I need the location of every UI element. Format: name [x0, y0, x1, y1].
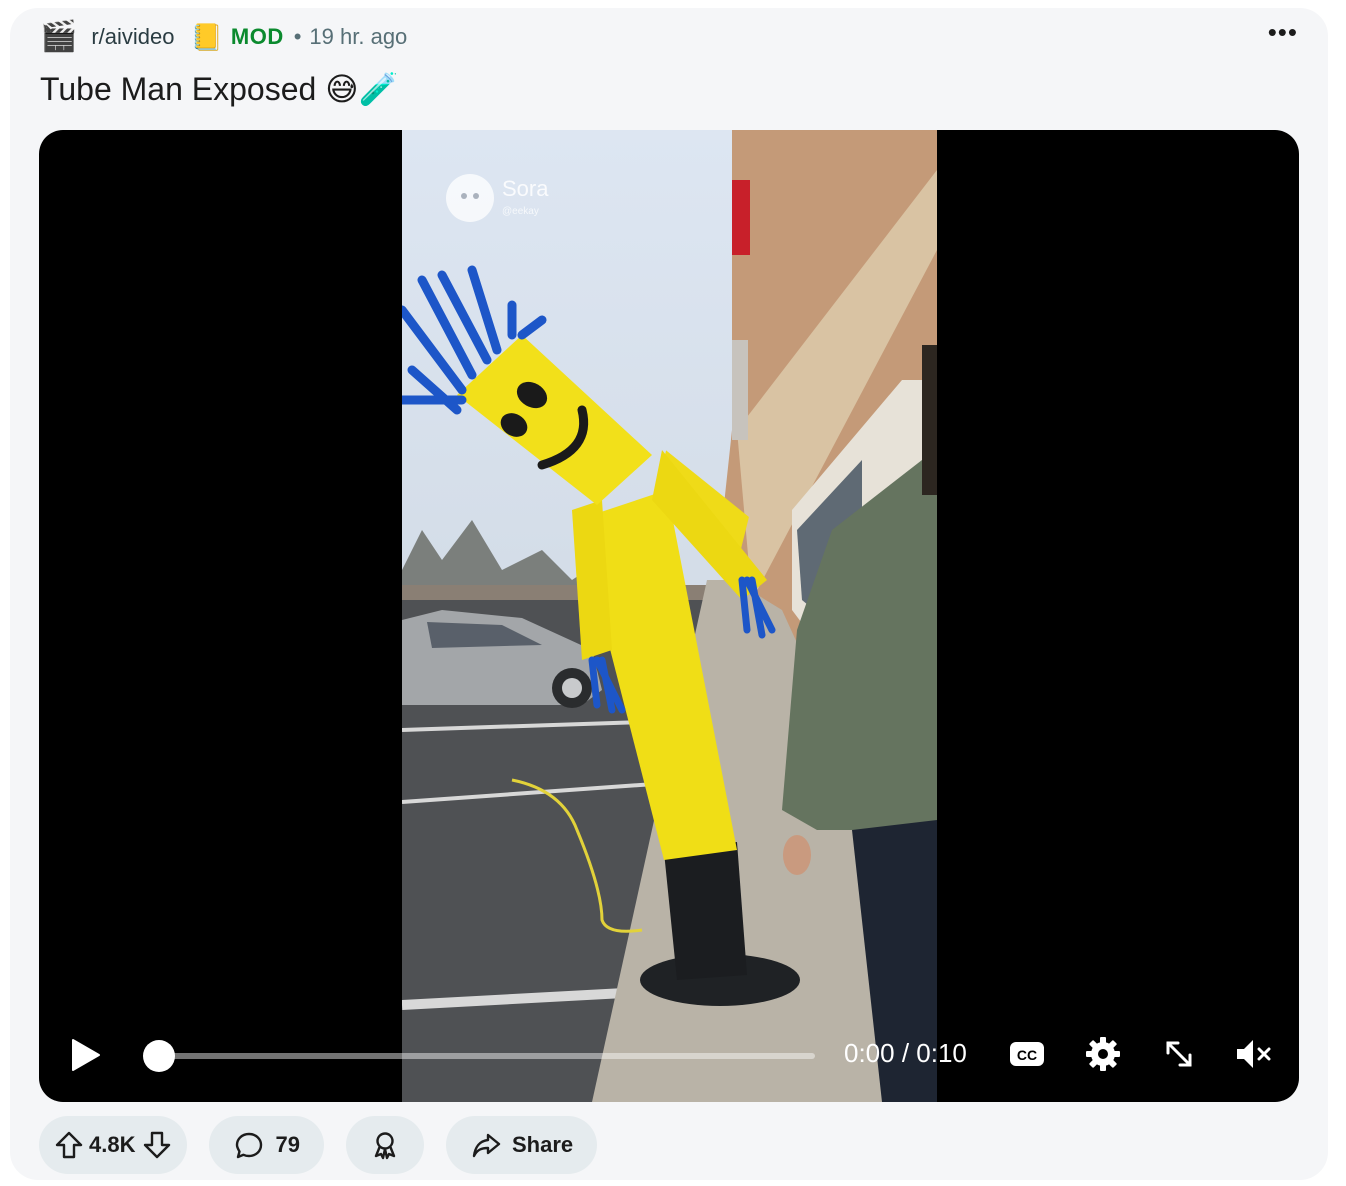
sora-logo-icon [446, 174, 494, 222]
watermark-brand: Sora [502, 176, 549, 201]
video-player[interactable]: Sora @eekay 0:00 / 0:10 CC [39, 130, 1299, 1102]
post-action-bar: 4.8K 79 Share [39, 1116, 619, 1174]
mod-flair: MOD [230, 24, 284, 49]
upvote-arrow-icon[interactable] [53, 1129, 85, 1161]
comment-count: 79 [275, 1132, 300, 1157]
share-button[interactable]: Share [445, 1116, 598, 1174]
scrubber-handle[interactable] [143, 1040, 175, 1072]
fullscreen-expand-icon[interactable] [1159, 1034, 1199, 1074]
play-icon[interactable] [69, 1038, 101, 1072]
captions-icon[interactable]: CC [1007, 1034, 1047, 1074]
post-title[interactable]: Tube Man Exposed 😅🧪 [40, 70, 398, 108]
notebook-icon: 📒 [190, 22, 223, 52]
time-display: 0:00 / 0:10 [844, 1038, 967, 1068]
share-arrow-icon [470, 1129, 502, 1161]
settings-gear-icon[interactable] [1083, 1034, 1123, 1074]
vote-score: 4.8K [89, 1132, 136, 1157]
meta-separator: • [293, 24, 302, 49]
comment-bubble-icon [233, 1129, 265, 1161]
clapperboard-icon[interactable]: 🎬 [40, 22, 77, 52]
watermark-handle: @eekay [502, 206, 539, 217]
muted-speaker-icon[interactable] [1233, 1034, 1273, 1074]
share-label: Share [511, 1132, 574, 1157]
post-meta: 🎬 r/aivideo 📒 MOD • 19 hr. ago [40, 18, 407, 56]
vote-group: 4.8K [39, 1116, 188, 1174]
svg-text:CC: CC [1017, 1047, 1037, 1063]
more-options-button[interactable]: ••• [1268, 19, 1298, 45]
award-button[interactable] [345, 1116, 424, 1174]
award-ribbon-icon [369, 1129, 401, 1161]
video-frame[interactable]: Sora @eekay [402, 130, 937, 1102]
downvote-arrow-icon[interactable] [141, 1129, 173, 1161]
subreddit-link[interactable]: r/aivideo [91, 24, 174, 50]
progress-track[interactable] [159, 1053, 815, 1059]
comments-button[interactable]: 79 [209, 1116, 324, 1174]
post-time: 19 hr. ago [309, 24, 408, 49]
